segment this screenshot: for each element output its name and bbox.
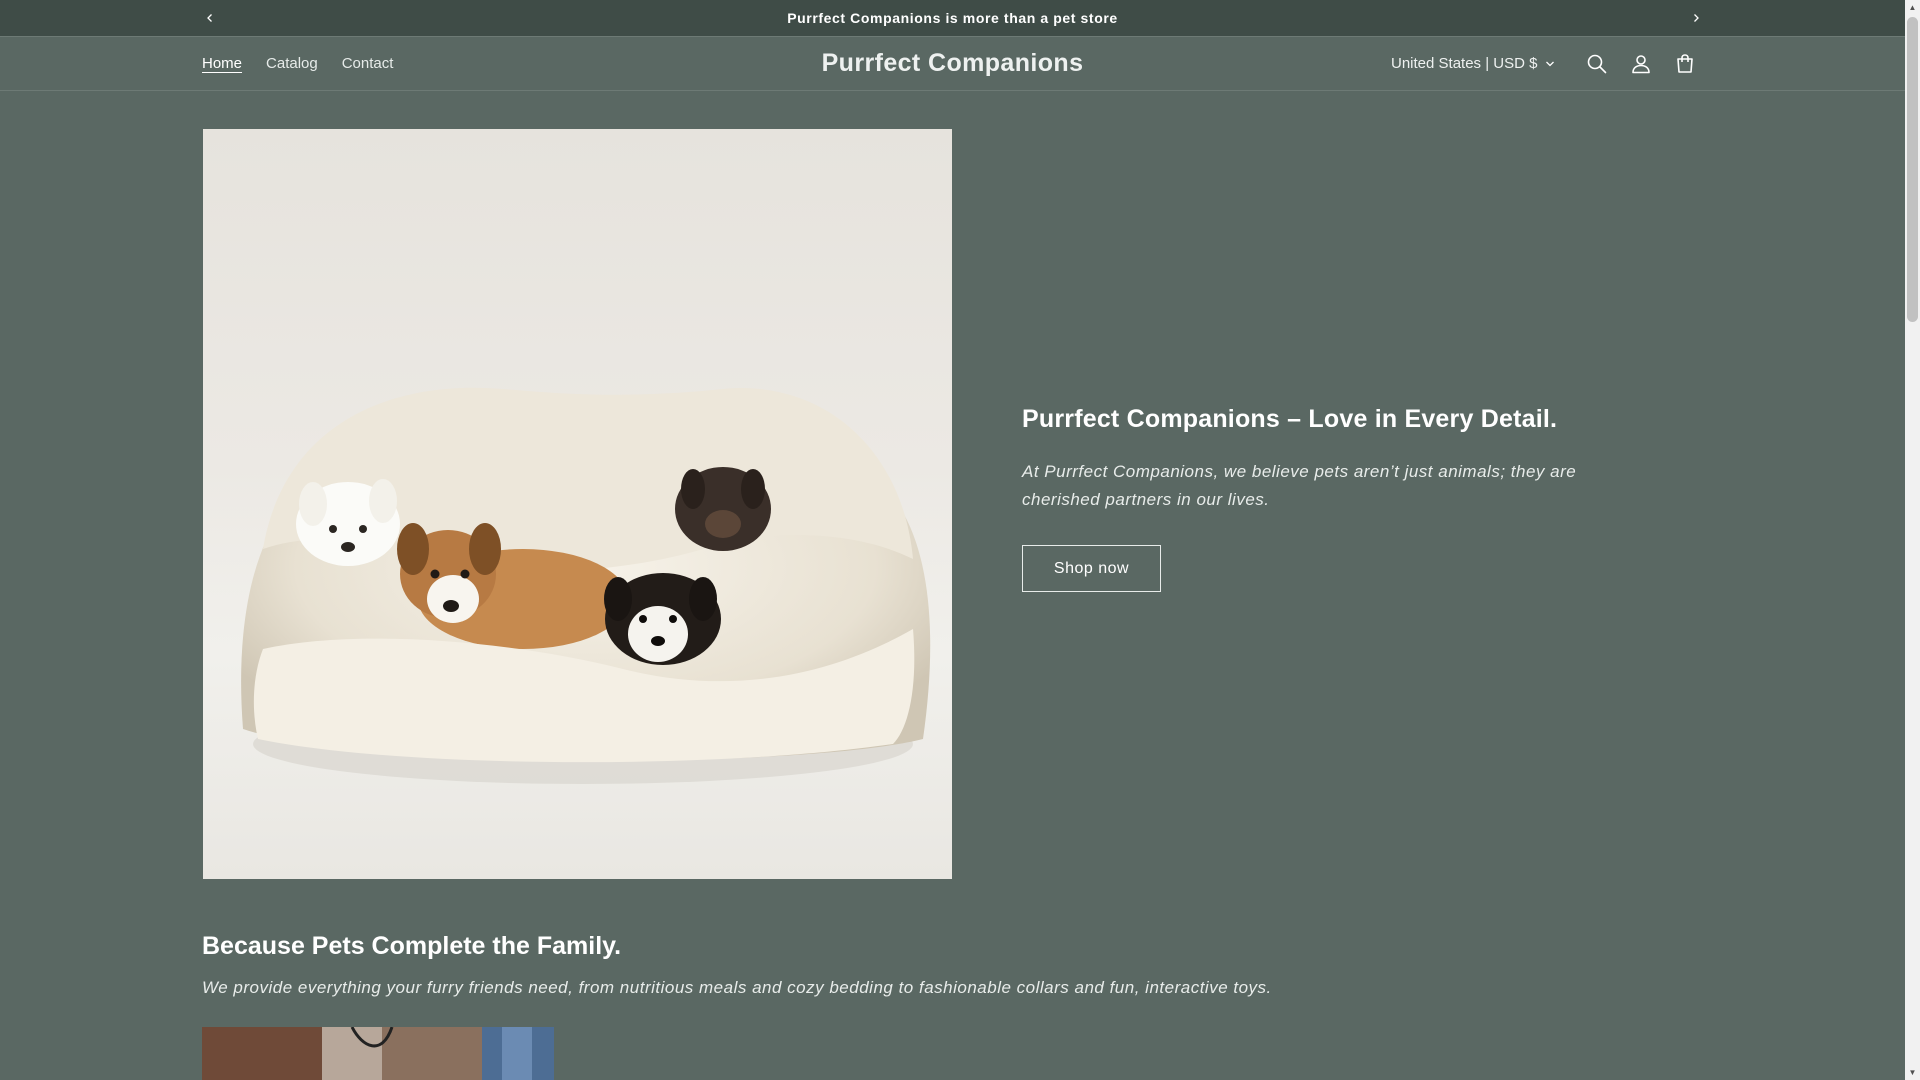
shop-now-button[interactable]: Shop now xyxy=(1022,545,1161,592)
hero-description: At Purrfect Companions, we believe pets … xyxy=(1022,462,1577,509)
cart-icon[interactable] xyxy=(1673,52,1697,76)
search-icon[interactable] xyxy=(1585,52,1609,76)
collection-image[interactable] xyxy=(202,1027,554,1080)
dog-walk-illustration xyxy=(202,1027,554,1080)
chevron-right-icon xyxy=(1694,14,1699,22)
next-announcement-button[interactable] xyxy=(1686,8,1706,28)
announcement-message: Purrfect Companions is more than a pet s… xyxy=(787,10,1118,26)
hero-title: Purrfect Companions – Love in Every Deta… xyxy=(1022,405,1558,433)
page-scrollbar[interactable]: ▲ ▼ xyxy=(1905,0,1920,1080)
account-icon[interactable] xyxy=(1629,52,1653,76)
locale-label: United States | USD $ xyxy=(1391,55,1538,72)
store-logo[interactable]: Purrfect Companions xyxy=(0,49,1905,78)
scroll-thumb[interactable] xyxy=(1907,17,1918,322)
scroll-up-arrow[interactable]: ▲ xyxy=(1905,0,1920,15)
section-title: Because Pets Complete the Family. xyxy=(202,932,622,960)
hero-image xyxy=(203,129,952,879)
section-description: We provide everything your furry friends… xyxy=(202,978,1272,997)
puppies-illustration xyxy=(241,387,931,784)
chevron-down-icon xyxy=(1546,61,1555,66)
site-header: Home Catalog Contact Purrfect Companions… xyxy=(0,38,1905,91)
scroll-down-arrow[interactable]: ▼ xyxy=(1905,1065,1920,1080)
announcement-bar: Purrfect Companions is more than a pet s… xyxy=(0,0,1905,37)
country-currency-selector[interactable]: United States | USD $ xyxy=(1391,55,1555,72)
